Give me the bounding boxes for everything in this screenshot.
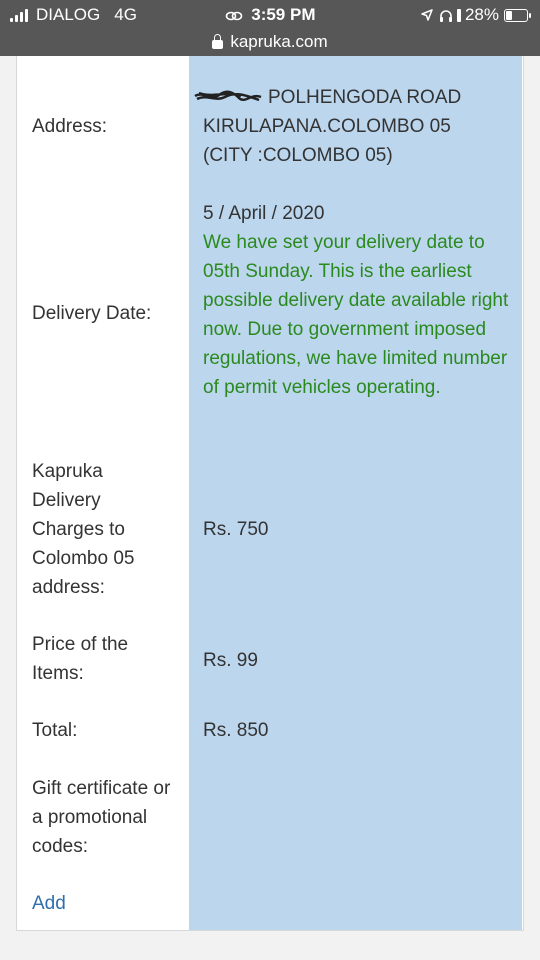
items-price-value: Rs. 99 [203, 650, 258, 671]
lock-icon [212, 33, 224, 49]
battery-percent: 28% [464, 5, 499, 24]
address-line-3: (CITY :COLOMBO 05) [203, 145, 393, 166]
address-line-2: KIRULAPANA.COLOMBO 05 [203, 116, 451, 137]
url-display[interactable]: kapruka.com [212, 32, 328, 52]
items-price-label: Price of the Items: [32, 634, 129, 684]
location-arrow-icon [421, 9, 433, 21]
delivery-charges-label: Kapruka Delivery Charges to Colombo 05 a… [32, 461, 135, 598]
status-indicators: 28% [421, 5, 531, 25]
link-icon [225, 11, 242, 20]
order-values-column [189, 56, 522, 930]
total-label: Total: [32, 720, 78, 741]
clock: 3:59 PM [251, 5, 316, 24]
battery-icon [504, 8, 531, 22]
address-line-1: POLHENGODA ROAD [268, 87, 462, 108]
address-label: Address: [32, 116, 107, 137]
redaction-scribble [194, 90, 262, 102]
address-bar[interactable]: kapruka.com [0, 30, 540, 56]
delivery-date-value: 5 / April / 2020 [203, 203, 325, 224]
headphones-icon [439, 9, 452, 22]
add-promo-link[interactable]: Add [32, 889, 182, 918]
status-bar: DIALOG 4G 3:59 PM 28% [0, 0, 540, 30]
delivery-date-label: Delivery Date: [32, 303, 152, 324]
total-value: Rs. 850 [203, 720, 269, 741]
url-text: kapruka.com [230, 32, 328, 51]
promo-code-label: Gift certificate or a promotional codes: [32, 778, 171, 857]
audio-level-icon [456, 8, 461, 22]
delivery-charges-value: Rs. 750 [203, 519, 269, 540]
delivery-date-note: We have set your delivery date to 05th S… [203, 232, 509, 398]
